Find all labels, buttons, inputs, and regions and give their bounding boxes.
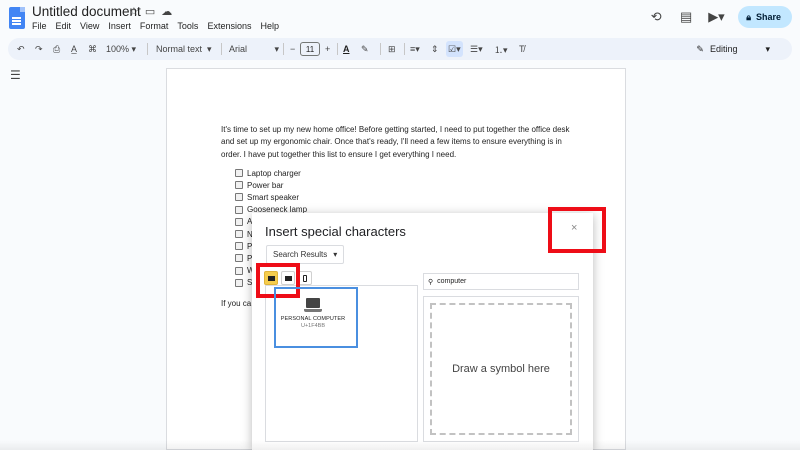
search-icon: ⚲ <box>428 278 434 286</box>
docs-logo-icon[interactable] <box>9 7 25 29</box>
font-size-box[interactable]: 11 <box>300 38 320 60</box>
font-size-value: 11 <box>300 42 320 56</box>
star-icon[interactable]: ☆ <box>129 5 139 18</box>
zoom-select[interactable]: 100% ▾ <box>106 38 136 60</box>
category-dropdown[interactable]: Search Results ▾ <box>266 245 345 264</box>
list-item-label: Smart speaker <box>247 192 300 202</box>
app-header: Untitled document ☆ ▭ ☁ File Edit View I… <box>0 0 800 38</box>
dialog-title: Insert special characters <box>265 224 406 239</box>
insert-link-icon[interactable]: ⊞ <box>388 38 396 60</box>
list-item: Laptop charger <box>235 167 307 179</box>
bottom-shadow <box>0 440 800 450</box>
draw-placeholder: Draw a symbol here <box>452 363 550 375</box>
search-value: computer <box>437 278 467 285</box>
font-select[interactable]: Arial ▾ <box>229 38 279 60</box>
decrease-font-size-button[interactable]: − <box>290 38 295 60</box>
menu-extensions[interactable]: Extensions <box>207 21 251 31</box>
checkbox[interactable] <box>235 242 243 251</box>
list-item: Power bar <box>235 179 307 191</box>
checkbox[interactable] <box>235 266 243 275</box>
search-input[interactable]: ⚲ computer <box>423 273 579 290</box>
pencil-icon: ✎ <box>696 43 704 54</box>
zoom-value: 100% <box>106 44 130 54</box>
checkbox[interactable] <box>235 254 243 263</box>
header-actions: ⟲ ▤ ▶▾ 🔒︎ Share <box>648 6 792 28</box>
checkbox[interactable] <box>235 230 243 239</box>
share-label: Share <box>755 12 781 22</box>
spellcheck-icon[interactable]: A̲ <box>71 38 77 60</box>
menu-bar: File Edit View Insert Format Tools Exten… <box>32 21 279 31</box>
version-history-icon[interactable]: ⟲ <box>648 9 664 25</box>
line-spacing-icon[interactable]: ⇕ <box>431 38 439 60</box>
category-value: Search Results <box>273 250 328 259</box>
highlight-icon[interactable]: ✎ <box>361 38 369 60</box>
document-paragraph: It's time to set up my new home office! … <box>221 125 570 159</box>
bulleted-list-icon[interactable]: ☰▾ <box>470 38 483 60</box>
phone-icon <box>303 274 307 282</box>
move-folder-icon[interactable]: ▭ <box>145 5 155 18</box>
document-title[interactable]: Untitled document <box>32 4 141 19</box>
cloud-status-icon[interactable]: ☁ <box>161 5 172 18</box>
checkbox[interactable] <box>235 205 243 214</box>
clear-formatting-icon[interactable]: T̸ <box>519 38 525 60</box>
draw-canvas[interactable]: Draw a symbol here <box>430 303 572 435</box>
menu-tools[interactable]: Tools <box>177 21 198 31</box>
text-color-icon[interactable]: A <box>343 38 350 60</box>
menu-insert[interactable]: Insert <box>108 21 131 31</box>
list-item: Smart speaker <box>235 191 307 203</box>
style-value: Normal text <box>156 44 203 54</box>
menu-edit[interactable]: Edit <box>56 21 72 31</box>
checklist-icon[interactable]: ☑▾ <box>446 41 463 57</box>
menu-help[interactable]: Help <box>260 21 279 31</box>
editing-mode-select[interactable]: ✎ Editing ▾ <box>696 38 770 60</box>
editing-label: Editing <box>709 44 738 54</box>
comments-icon[interactable]: ▤ <box>678 9 694 25</box>
trailing-paragraph: If you ca <box>221 299 252 308</box>
increase-font-size-button[interactable]: + <box>325 38 330 60</box>
numbered-list-icon[interactable]: ⒈▾ <box>494 38 508 60</box>
list-item-label: Laptop charger <box>247 168 301 178</box>
checkbox[interactable] <box>235 169 243 178</box>
menu-file[interactable]: File <box>32 21 47 31</box>
meet-icon[interactable]: ▶▾ <box>708 9 725 25</box>
menu-format[interactable]: Format <box>140 21 169 31</box>
style-select[interactable]: Normal text ▾ <box>156 38 212 60</box>
share-button[interactable]: 🔒︎ Share <box>738 6 792 28</box>
chevron-down-icon: ▾ <box>765 43 770 54</box>
checkbox[interactable] <box>235 193 243 202</box>
undo-icon[interactable]: ↶ <box>17 38 25 60</box>
draw-panel: Draw a symbol here <box>423 296 579 442</box>
result-highlight <box>274 287 358 348</box>
checkbox[interactable] <box>235 181 243 190</box>
lock-icon: 🔒︎ <box>746 11 751 22</box>
paint-format-icon[interactable]: ⌘ <box>88 38 97 60</box>
redo-icon[interactable]: ↷ <box>35 38 43 60</box>
checkbox[interactable] <box>235 278 243 287</box>
document-outline-icon[interactable]: ☰ <box>10 68 21 82</box>
font-value: Arial <box>229 44 248 54</box>
menu-view[interactable]: View <box>80 21 99 31</box>
print-icon[interactable]: ⎙ <box>53 38 60 60</box>
checkbox[interactable] <box>235 217 243 226</box>
toolbar: ↶ ↷ ⎙ A̲ ⌘ 100% ▾ Normal text ▾ Arial ▾ … <box>8 38 792 60</box>
list-item-label: Power bar <box>247 180 284 190</box>
close-button-highlight <box>548 207 606 253</box>
chevron-down-icon: ▾ <box>333 250 338 259</box>
align-icon[interactable]: ≡▾ <box>410 38 420 60</box>
tab-phone[interactable] <box>298 271 312 285</box>
title-actions: ☆ ▭ ☁ <box>129 5 172 18</box>
